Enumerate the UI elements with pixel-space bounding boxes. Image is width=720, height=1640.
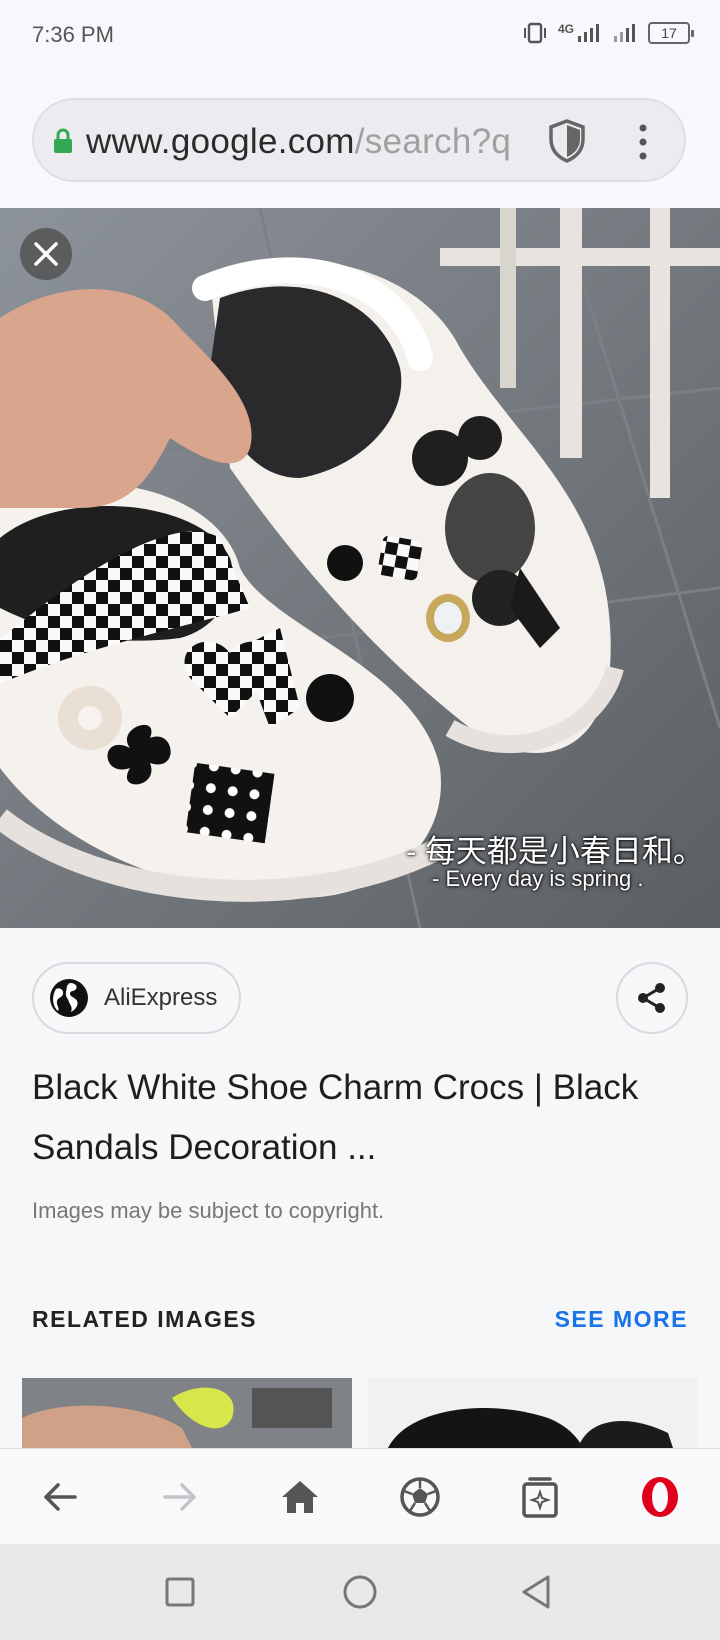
- opera-menu-button[interactable]: [634, 1471, 686, 1523]
- forward-button[interactable]: [154, 1471, 206, 1523]
- status-time: 7:36 PM: [32, 22, 114, 47]
- share-button[interactable]: [616, 962, 688, 1034]
- triangle-back-icon: [522, 1575, 550, 1609]
- source-name: AliExpress: [104, 984, 218, 1011]
- signal-icon: [578, 24, 599, 42]
- network-type: 4G: [557, 22, 574, 36]
- home-icon: [282, 1481, 318, 1513]
- battery-icon: 17: [648, 22, 694, 44]
- recent-apps-button[interactable]: [158, 1570, 202, 1614]
- result-title[interactable]: Black White Shoe Charm Crocs | Black San…: [32, 1058, 692, 1178]
- copyright-notice: Images may be subject to copyright.: [32, 1198, 385, 1223]
- discover-button[interactable]: [394, 1471, 446, 1523]
- image-caption-english: - Every day is spring .: [432, 866, 644, 891]
- shield-icon[interactable]: [546, 118, 588, 164]
- url-host: www.google.com: [86, 122, 355, 161]
- opera-icon: [642, 1477, 678, 1517]
- system-home-button[interactable]: [338, 1570, 382, 1614]
- browser-bottom-bar: [0, 1448, 720, 1544]
- preview-image: [0, 208, 720, 928]
- share-icon: [638, 983, 665, 1013]
- home-button[interactable]: [274, 1471, 326, 1523]
- system-navigation-bar: [0, 1544, 720, 1640]
- related-image-1: [22, 1378, 352, 1448]
- system-back-button[interactable]: [514, 1570, 558, 1614]
- related-image-thumbnail[interactable]: [368, 1378, 698, 1448]
- related-images-heading: RELATED IMAGES: [32, 1306, 258, 1332]
- arrow-left-icon: [44, 1483, 77, 1511]
- signal-icon-2: [614, 24, 635, 42]
- address-bar-area: www.google.com/search?q: [0, 72, 720, 208]
- see-more-link[interactable]: SEE MORE: [555, 1306, 688, 1333]
- address-bar[interactable]: www.google.com/search?q: [32, 98, 686, 182]
- more-vert-icon[interactable]: [634, 122, 652, 162]
- url-text[interactable]: www.google.com/search?q: [86, 120, 566, 164]
- related-image-thumbnail[interactable]: [22, 1378, 352, 1448]
- shoe-illustration: [0, 208, 720, 928]
- image-details: AliExpress Black White Shoe Charm Crocs …: [0, 928, 720, 1448]
- image-caption-chinese: - 每天都是小春日和。: [406, 834, 704, 869]
- vibrate-icon: [523, 22, 546, 44]
- url-path: /search?q: [354, 122, 512, 161]
- lock-icon: [54, 128, 72, 153]
- tabs-icon: [522, 1477, 558, 1518]
- back-button[interactable]: [34, 1471, 86, 1523]
- square-icon: [165, 1577, 195, 1607]
- globe-icon: [50, 979, 88, 1017]
- arrow-right-icon: [163, 1483, 196, 1511]
- close-button[interactable]: [20, 228, 72, 280]
- tabs-button[interactable]: [514, 1471, 566, 1523]
- soccer-ball-icon: [400, 1477, 440, 1517]
- related-image-2: [368, 1378, 698, 1448]
- close-icon: [34, 242, 58, 266]
- source-chip[interactable]: AliExpress: [32, 962, 242, 1034]
- status-bar: 7:36 PM 4G 17: [0, 0, 720, 72]
- status-icons: 4G 17: [522, 22, 694, 44]
- circle-icon: [343, 1575, 377, 1609]
